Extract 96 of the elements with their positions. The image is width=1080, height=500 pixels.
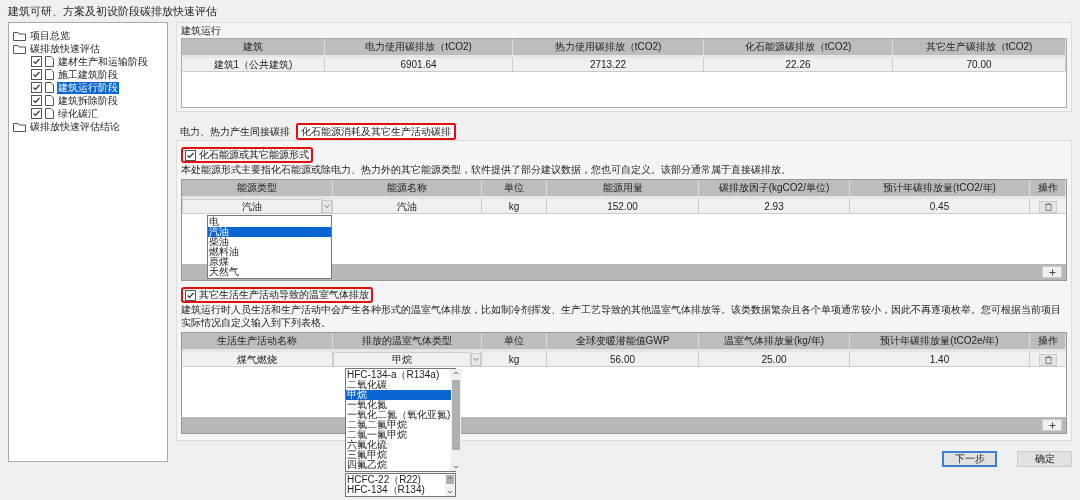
- table-cell: 25.00: [699, 352, 850, 367]
- dropdown-option[interactable]: 一氧化氮: [346, 400, 452, 410]
- dropdown-option[interactable]: 燃料油: [208, 247, 331, 257]
- column-header: 单位: [482, 180, 547, 196]
- scrollbar: [445, 474, 455, 496]
- document-icon: [45, 82, 54, 93]
- column-header: 能源名称: [333, 180, 482, 196]
- tree-item[interactable]: 建材生产和运输阶段: [57, 55, 149, 68]
- document-icon: [45, 95, 54, 106]
- column-header: 热力使用碳排放（tCO2): [513, 39, 704, 55]
- table-cell: 汽油: [333, 199, 482, 214]
- table-cell: 0.45: [850, 199, 1030, 214]
- checkbox[interactable]: [31, 69, 42, 80]
- checkbox[interactable]: [31, 95, 42, 106]
- table-cell: 2.93: [699, 199, 850, 214]
- column-header: 能源用量: [547, 180, 699, 196]
- checkbox-label: 化石能源或其它能源形式: [199, 149, 309, 161]
- dropdown-option[interactable]: 一氧化二氮（氧化亚氮): [346, 410, 452, 420]
- trash-icon: [1044, 355, 1052, 364]
- dropdown-option[interactable]: 二氧化碳: [346, 380, 452, 390]
- window-title: 建筑可研、方案及初设阶段碳排放快速评估: [8, 4, 217, 18]
- tree-item[interactable]: 项目总览: [29, 29, 71, 42]
- select-value: 汽油: [242, 200, 262, 213]
- checkbox[interactable]: [185, 149, 196, 161]
- column-header: 电力使用碳排放（tCO2): [325, 39, 513, 55]
- dropdown-option[interactable]: 原煤: [208, 257, 331, 267]
- tree-item[interactable]: 碳排放快速评估结论: [29, 120, 121, 133]
- dialog-button[interactable]: 确定: [1017, 451, 1072, 467]
- select-field[interactable]: 甲烷: [333, 352, 471, 367]
- description-text: 建筑运行时人员生活和生产活动中会产生各种形式的温室气体排放，比如制冷剂挥发、生产工艺导致的其他温室气体排放等。该类数据繁杂且各个单项通常较小，因此不再逐项枚举。您可根据当前项目实际情况自定义输入到下列表格。: [181, 303, 1062, 329]
- column-header: 全球变暖潜能值GWP: [547, 333, 699, 349]
- add-button[interactable]: [1042, 266, 1062, 278]
- plus-icon: [1048, 421, 1056, 429]
- tree-item[interactable]: 碳排放快速评估: [29, 42, 101, 55]
- dropdown-option[interactable]: 汽油: [208, 227, 331, 237]
- folder-icon: [13, 30, 26, 41]
- checkbox[interactable]: [31, 108, 42, 119]
- dropdown-option[interactable]: HFC-134（R134): [346, 485, 445, 495]
- document-icon: [45, 108, 54, 119]
- dropdown-option[interactable]: 二氯二氟甲烷: [346, 420, 452, 430]
- trash-icon: [1044, 202, 1052, 211]
- select-field[interactable]: 汽油: [182, 199, 322, 214]
- column-header: 化石能源碳排放（tCO2): [704, 39, 893, 55]
- column-header: 操作: [1030, 333, 1066, 349]
- group-title: 建筑运行: [181, 24, 222, 38]
- select-value: 甲烷: [392, 353, 412, 366]
- dropdown-option[interactable]: HFC-134-a（R134a): [346, 370, 452, 380]
- dropdown-option[interactable]: 六氟化硫: [346, 440, 452, 450]
- plus-icon: [1048, 268, 1056, 276]
- checkbox[interactable]: [31, 56, 42, 67]
- dropdown-option[interactable]: 四氟乙烷: [346, 460, 452, 470]
- table-cell: 2713.22: [513, 58, 704, 72]
- tree-item[interactable]: 建筑拆除阶段: [57, 94, 119, 107]
- column-header: 生活生产活动名称: [182, 333, 333, 349]
- dropdown-option[interactable]: 电: [208, 217, 331, 227]
- dropdown-option[interactable]: 二氯一氟甲烷: [346, 430, 452, 440]
- column-header: 操作: [1030, 180, 1066, 196]
- table-cell: 22.26: [704, 58, 893, 72]
- table-cell: 152.00: [547, 199, 699, 214]
- dropdown-option[interactable]: 天然气: [208, 267, 331, 277]
- checkbox[interactable]: [31, 82, 42, 93]
- table-cell: 6901.64: [325, 58, 513, 72]
- column-header: 排放的温室气体类型: [333, 333, 482, 349]
- tree-item[interactable]: 建筑运行阶段: [57, 81, 119, 94]
- dropdown-option[interactable]: HCFC-22（R22): [346, 475, 445, 485]
- column-header: 预计年碳排放量(tCO2e/年): [850, 333, 1030, 349]
- column-header: 建筑: [182, 39, 325, 55]
- dropdown-option[interactable]: 甲烷: [346, 390, 452, 400]
- document-icon: [45, 56, 54, 67]
- dropdown-option[interactable]: 柴油: [208, 237, 331, 247]
- column-header: 其它生产碳排放（tCO2): [893, 39, 1066, 55]
- description-text: 本处能源形式主要指化石能源或除电力、热力外的其它能源类型，软件提供了部分建议数据，您也可自定义。该部分通常属于直接碳排放。: [181, 163, 792, 176]
- column-header: 单位: [482, 333, 547, 349]
- delete-button[interactable]: [1039, 200, 1057, 213]
- delete-button[interactable]: [1039, 353, 1057, 366]
- column-header: 能源类型: [182, 180, 333, 196]
- column-header: 碳排放因子(kgCO2/单位): [699, 180, 850, 196]
- table-cell: 1.40: [850, 352, 1030, 367]
- column-header: 温室气体排放量(kg/年): [699, 333, 850, 349]
- tab[interactable]: 化石能源消耗及其它生产活动碳排: [296, 123, 456, 140]
- folder-icon: [13, 43, 26, 54]
- checkbox-label: 其它生活生产活动导致的温室气体排放: [199, 289, 369, 301]
- dropdown-option[interactable]: 三氟甲烷: [346, 450, 452, 460]
- add-button[interactable]: [1042, 419, 1062, 431]
- document-icon: [45, 69, 54, 80]
- table-cell: 建筑1（公共建筑): [182, 58, 325, 72]
- column-header: 预计年碳排放量(tCO2/年): [850, 180, 1030, 196]
- dialog-button[interactable]: 下一步: [942, 451, 997, 467]
- table-cell: kg: [482, 352, 547, 367]
- checkbox[interactable]: [185, 289, 196, 301]
- table-cell: 70.00: [893, 58, 1066, 72]
- tree-item[interactable]: 绿化碳汇: [57, 107, 99, 120]
- table-cell: kg: [482, 199, 547, 214]
- tree-item[interactable]: 施工建筑阶段: [57, 68, 119, 81]
- table-cell: 56.00: [547, 352, 699, 367]
- folder-icon: [13, 121, 26, 132]
